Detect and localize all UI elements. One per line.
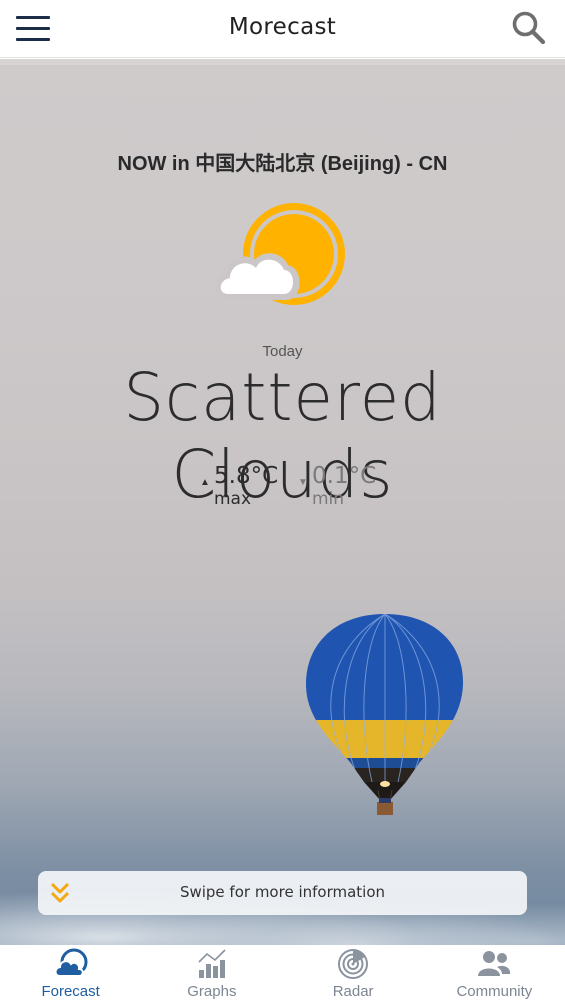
nav-label-radar: Radar bbox=[332, 983, 374, 1000]
min-temperature-value: 0.1°C bbox=[312, 463, 377, 489]
search-icon[interactable] bbox=[511, 10, 547, 46]
nav-label-community: Community bbox=[456, 983, 533, 1000]
swipe-for-more-banner[interactable]: Swipe for more information bbox=[38, 871, 527, 915]
bottom-navigation: Forecast Graphs Radar Community bbox=[0, 945, 565, 1004]
max-temperature-value: 5.8°C bbox=[214, 463, 279, 489]
nav-tab-community[interactable]: Community bbox=[424, 945, 565, 1004]
nav-tab-radar[interactable]: Radar bbox=[283, 945, 424, 1004]
min-temperature-label: min bbox=[312, 489, 345, 509]
day-label: Today bbox=[262, 343, 303, 360]
max-temperature-label: max bbox=[214, 489, 252, 509]
triangle-down-icon: ▼ bbox=[298, 477, 308, 488]
swipe-hint-text: Swipe for more information bbox=[179, 883, 386, 901]
hero-top-stripe bbox=[0, 59, 565, 65]
app-title: Morecast bbox=[228, 14, 337, 40]
nav-tab-graphs[interactable]: Graphs bbox=[141, 945, 282, 1004]
current-location: NOW in 中国大陆北京 (Beijing) - CN bbox=[117, 153, 448, 175]
weather-hero[interactable]: NOW in 中国大陆北京 (Beijing) - CN Today Scatt… bbox=[0, 59, 565, 945]
community-people-icon bbox=[477, 948, 511, 980]
hot-air-balloon-image bbox=[302, 612, 468, 817]
nav-label-graphs: Graphs bbox=[187, 983, 237, 1000]
temperature-range: ▲ 5.8°C max ▼ 0.1°C min bbox=[0, 463, 565, 513]
triangle-up-icon: ▲ bbox=[200, 477, 210, 488]
graphs-chart-icon bbox=[195, 948, 229, 980]
top-app-bar: Morecast bbox=[0, 0, 565, 58]
forecast-cloud-icon bbox=[54, 948, 88, 980]
nav-label-forecast: Forecast bbox=[41, 983, 100, 1000]
radar-icon bbox=[336, 948, 370, 980]
sun-behind-cloud-icon bbox=[214, 202, 350, 312]
nav-tab-forecast[interactable]: Forecast bbox=[0, 945, 141, 1004]
